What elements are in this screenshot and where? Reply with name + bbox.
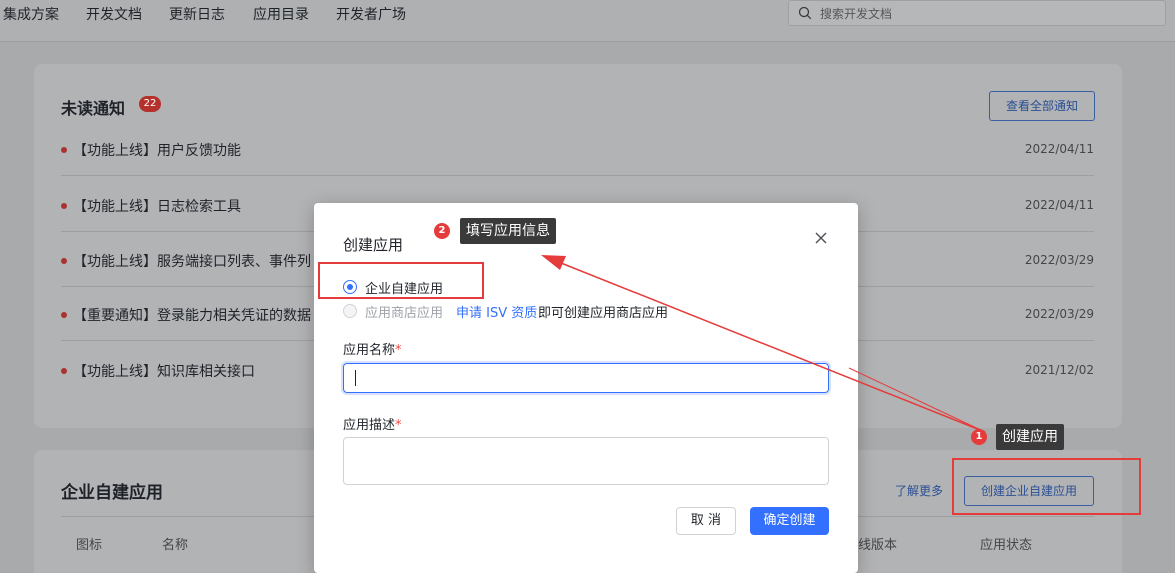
app-name-input[interactable] (343, 363, 829, 393)
store-app-radio[interactable] (343, 304, 357, 318)
app-name-label-text: 应用名称 (343, 343, 396, 358)
notice-text: 【功能上线】日志检索工具 (73, 199, 241, 215)
top-nav: 集成方案 开发文档 更新日志 应用目录 开发者广场 搜索开发文档 (0, 0, 1175, 42)
notice-date: 2022/04/11 (1024, 142, 1094, 156)
notice-dot (61, 258, 67, 264)
step-2-label: 填写应用信息 (460, 218, 556, 244)
column-header-name: 名称 (162, 538, 189, 553)
notice-item[interactable]: 【功能上线】用户反馈功能 2022/04/11 (61, 130, 1094, 176)
isv-hint-text: 即可创建应用商店应用 (538, 306, 669, 321)
nav-item-solutions[interactable]: 集成方案 (3, 4, 59, 24)
notice-dot (61, 147, 67, 153)
notice-date: 2021/12/02 (1024, 363, 1094, 377)
cancel-button[interactable]: 取 消 (676, 507, 736, 535)
nav-item-developer-square[interactable]: 开发者广场 (336, 4, 406, 24)
notice-text: 【功能上线】服务端接口列表、事件列 (73, 254, 311, 270)
notice-date: 2022/04/11 (1024, 198, 1094, 212)
app-name-label: 应用名称* (343, 339, 402, 358)
app-desc-label: 应用描述* (343, 414, 402, 433)
unread-notices-title: 未读通知 (61, 99, 126, 118)
notice-date: 2022/03/29 (1024, 253, 1094, 267)
step-1-label: 创建应用 (996, 424, 1064, 450)
app-desc-label-text: 应用描述 (343, 418, 396, 433)
nav-item-docs[interactable]: 开发文档 (86, 4, 142, 24)
annotation-box-enterprise-option (318, 262, 484, 299)
enterprise-apps-title: 企业自建应用 (61, 483, 163, 503)
view-all-notices-button[interactable]: 查看全部通知 (989, 91, 1095, 121)
search-input[interactable]: 搜索开发文档 (788, 0, 1166, 26)
notice-dot (61, 203, 67, 209)
annotation-box-create-button (952, 458, 1141, 515)
column-header-version: 线版本 (858, 538, 898, 553)
app-description-input[interactable] (343, 437, 829, 485)
dialog-title: 创建应用 (343, 236, 404, 254)
notice-dot (61, 312, 67, 318)
notice-dot (61, 368, 67, 374)
unread-count-badge: 22 (139, 96, 161, 112)
create-app-dialog: 创建应用 企业自建应用 应用商店应用 申请 ISV 资质 即可创建应用商店应用 … (314, 203, 858, 573)
step-1-marker: 1 (971, 429, 987, 445)
required-mark: * (395, 343, 402, 358)
required-mark: * (395, 418, 402, 433)
notice-date: 2022/03/29 (1024, 307, 1094, 321)
column-header-status: 应用状态 (980, 538, 1033, 553)
notice-text: 【功能上线】知识库相关接口 (73, 364, 255, 380)
notice-text: 【功能上线】用户反馈功能 (73, 143, 241, 159)
step-2-marker: 2 (434, 223, 450, 239)
column-header-icon: 图标 (76, 538, 103, 553)
learn-more-link[interactable]: 了解更多 (895, 482, 943, 499)
notice-text: 【重要通知】登录能力相关凭证的数据 (73, 308, 311, 324)
text-caret (355, 370, 356, 386)
apply-isv-link[interactable]: 申请 ISV 资质 (456, 302, 537, 321)
search-placeholder: 搜索开发文档 (820, 7, 893, 21)
nav-item-changelog[interactable]: 更新日志 (169, 4, 225, 24)
nav-item-app-directory[interactable]: 应用目录 (253, 4, 309, 24)
search-icon (798, 6, 812, 20)
close-icon[interactable] (813, 230, 829, 246)
confirm-create-button[interactable]: 确定创建 (750, 507, 829, 535)
store-app-option-label: 应用商店应用 (365, 306, 444, 321)
